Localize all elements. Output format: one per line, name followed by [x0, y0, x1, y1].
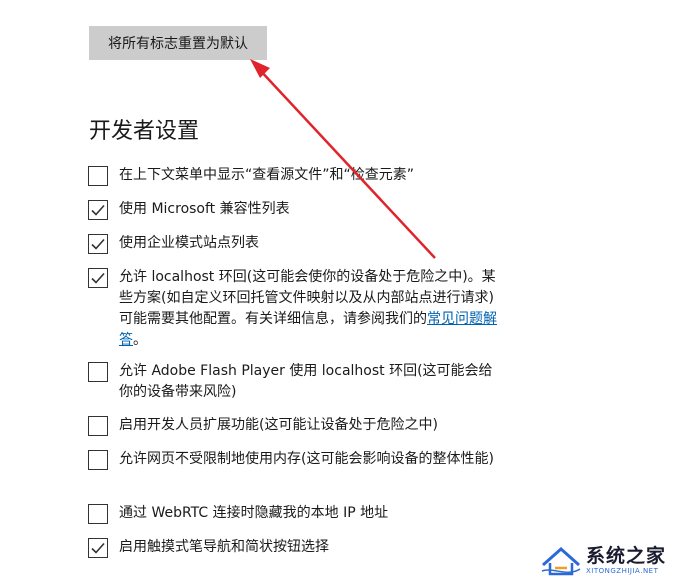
checkbox-enterprise-site-list[interactable]: [88, 234, 108, 254]
option-enterprise-site-list[interactable]: 使用企业模式站点列表: [88, 234, 508, 254]
checkbox-microsoft-compat-list[interactable]: [88, 200, 108, 220]
checkmark-icon: [91, 542, 105, 554]
option-microsoft-compat-list[interactable]: 使用 Microsoft 兼容性列表: [88, 200, 508, 220]
checkbox-flash-localhost[interactable]: [88, 362, 108, 382]
checkbox-show-source-inspect[interactable]: [88, 166, 108, 186]
option-flash-localhost[interactable]: 允许 Adobe Flash Player 使用 localhost 环回(这可…: [88, 362, 508, 403]
option-label: 使用企业模式站点列表: [119, 235, 259, 251]
house-logo-icon: [541, 546, 581, 576]
option-unrestricted-memory[interactable]: 允许网页不受限制地使用内存(这可能会影响设备的整体性能): [88, 450, 508, 470]
checkmark-icon: [91, 238, 105, 250]
option-label-end: 。: [133, 332, 147, 348]
option-show-source-inspect[interactable]: 在上下文菜单中显示“查看源文件”和“检查元素”: [88, 166, 508, 186]
option-hide-local-ip[interactable]: 通过 WebRTC 连接时隐藏我的本地 IP 地址: [88, 504, 508, 524]
checkmark-icon: [91, 272, 105, 284]
option-label: 通过 WebRTC 连接时隐藏我的本地 IP 地址: [119, 505, 389, 521]
option-label: 启用开发人员扩展功能(这可能让设备处于危险之中): [119, 417, 438, 433]
option-developer-extensions[interactable]: 启用开发人员扩展功能(这可能让设备处于危险之中): [88, 416, 508, 436]
watermark: 系统之家 XITONGZHIJIA.NET: [540, 541, 692, 579]
option-localhost-loopback[interactable]: 允许 localhost 环回(这可能会使你的设备处于危险之中)。某些方案(如自…: [88, 268, 508, 351]
checkmark-icon: [91, 204, 105, 216]
checkbox-developer-extensions[interactable]: [88, 416, 108, 436]
developer-settings-title: 开发者设置: [89, 119, 200, 144]
option-touch-pen-navigation[interactable]: 启用触摸式笔导航和简状按钮选择: [88, 538, 508, 558]
checkbox-hide-local-ip[interactable]: [88, 504, 108, 524]
option-label: 启用触摸式笔导航和简状按钮选择: [119, 539, 329, 555]
option-label: 在上下文菜单中显示“查看源文件”和“检查元素”: [119, 167, 415, 183]
reset-all-flags-button[interactable]: 将所有标志重置为默认: [89, 26, 267, 60]
option-label: 允许 localhost 环回(这可能会使你的设备处于危险之中)。某些方案(如自…: [119, 267, 504, 351]
option-label: 允许网页不受限制地使用内存(这可能会影响设备的整体性能): [119, 451, 494, 467]
checkbox-localhost-loopback[interactable]: [88, 268, 108, 288]
checkbox-touch-pen-navigation[interactable]: [88, 538, 108, 558]
option-label: 使用 Microsoft 兼容性列表: [119, 201, 290, 217]
watermark-url: XITONGZHIJIA.NET: [586, 566, 659, 575]
checkbox-unrestricted-memory[interactable]: [88, 450, 108, 470]
watermark-title: 系统之家: [586, 544, 667, 567]
option-label: 允许 Adobe Flash Player 使用 localhost 环回(这可…: [119, 363, 493, 400]
